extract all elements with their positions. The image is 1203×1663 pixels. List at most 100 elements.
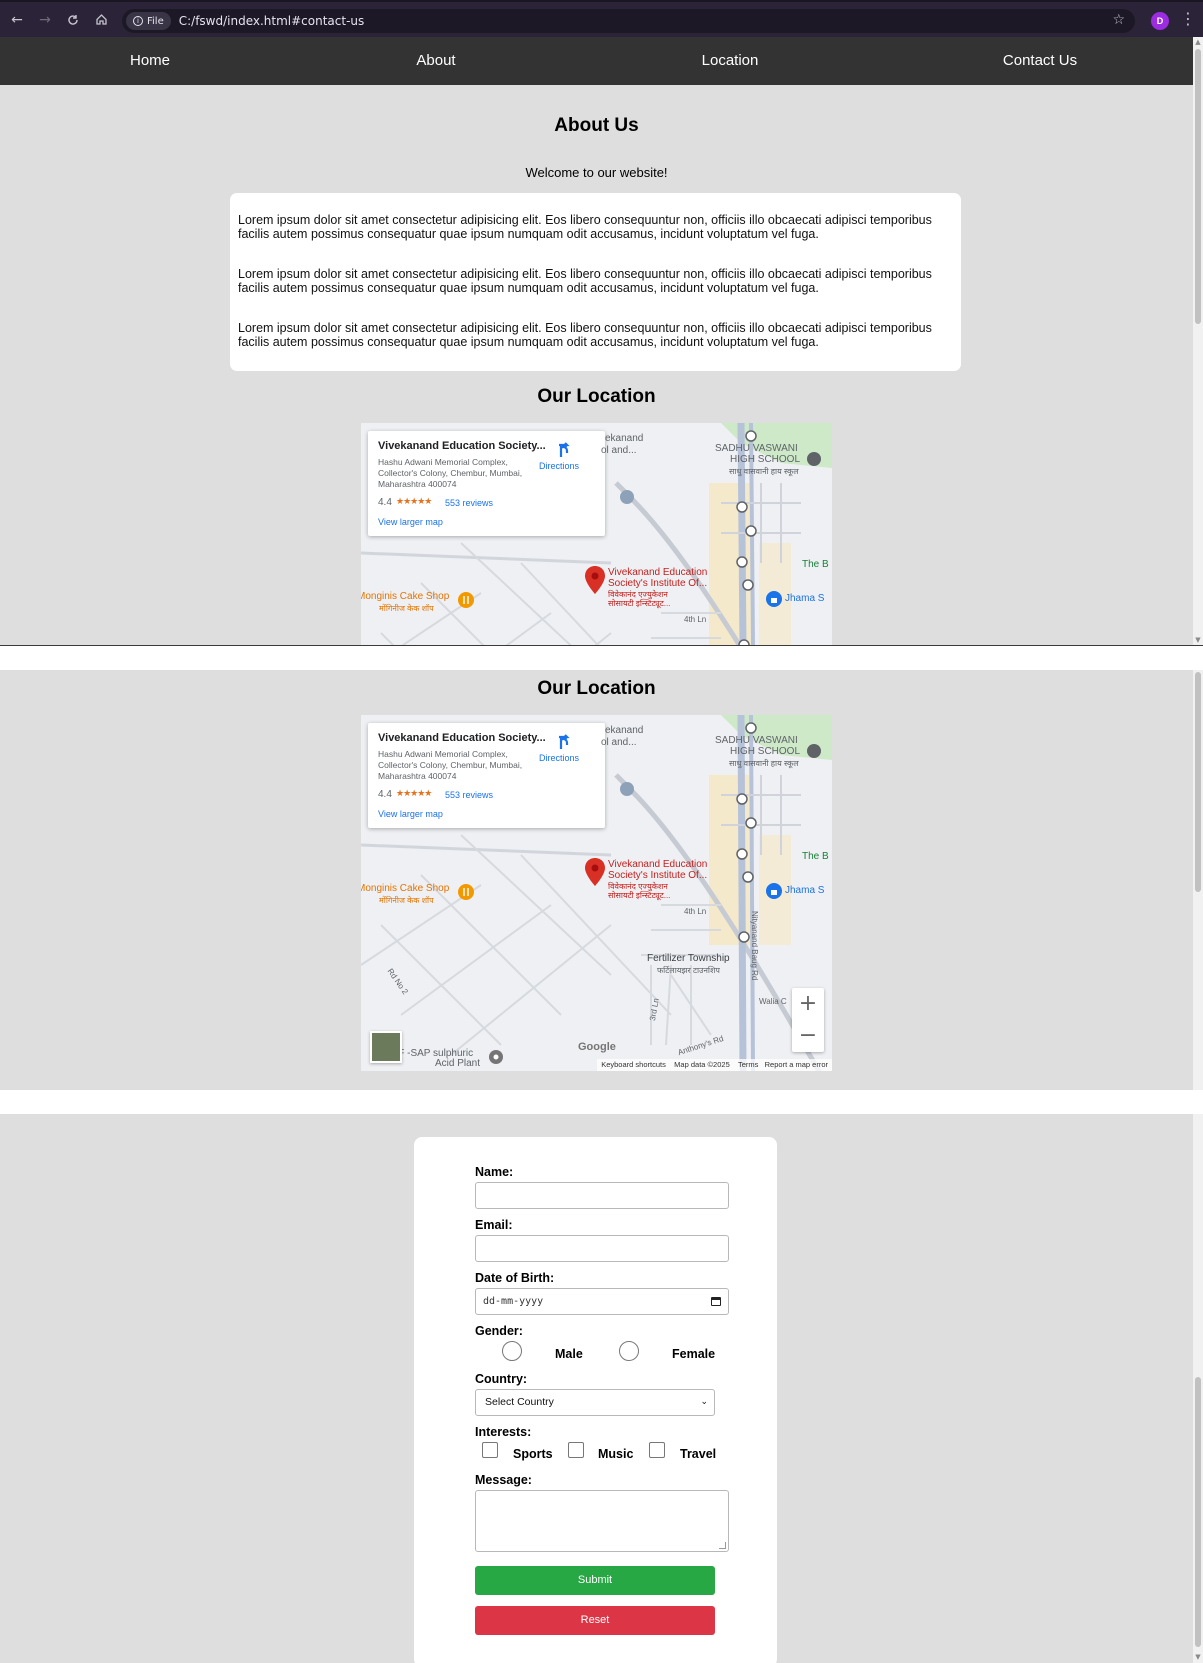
place-marker-icon (489, 1050, 503, 1064)
embedded-map[interactable]: Vivekanand Education Society... Hashu Ad… (361, 423, 832, 646)
location-title: Our Location (537, 678, 656, 699)
message-textarea[interactable] (475, 1490, 729, 1552)
location-pin-icon[interactable] (585, 566, 605, 594)
map-label: मोंगिनीज केक शॉप (379, 604, 434, 613)
map-label: फर्टिलायझर टाउनशिप (657, 966, 720, 975)
kebab-menu-icon[interactable]: ⋮ (1180, 9, 1196, 28)
map-label: Jhama S (785, 885, 825, 896)
directions-icon[interactable] (555, 733, 573, 751)
directions-icon[interactable] (555, 441, 573, 459)
nav-link-home[interactable]: Home (130, 37, 170, 85)
scrollbar[interactable]: ▲ ▼ (1193, 37, 1203, 645)
back-arrow-icon[interactable]: ← (3, 6, 31, 34)
interest-music-label: Music (598, 1447, 634, 1461)
place-info-card: Vivekanand Education Society... Hashu Ad… (368, 723, 605, 828)
gender-female-radio[interactable] (619, 1341, 639, 1361)
dob-placeholder: dd-mm-yyyy (483, 1296, 544, 1307)
reviews-link[interactable]: 553 reviews (445, 790, 493, 800)
place-address: Hashu Adwani Memorial Complex, Collector… (378, 457, 523, 489)
map-label: SADHU VASWANI (715, 443, 798, 454)
terms-link[interactable]: Terms (738, 1060, 758, 1069)
report-map-error-link[interactable]: Report a map error (765, 1060, 828, 1069)
keyboard-shortcuts-link[interactable]: Keyboard shortcuts (601, 1060, 666, 1069)
about-title: About Us (554, 115, 639, 136)
scroll-thumb[interactable] (1195, 1377, 1201, 1647)
scroll-up-icon[interactable]: ▲ (1193, 37, 1203, 47)
reload-icon[interactable] (59, 6, 87, 34)
map-label: Society's Institute Of... (608, 578, 708, 589)
zoom-out-button[interactable]: − (792, 1020, 824, 1052)
site-info-chip[interactable]: i File (126, 12, 171, 30)
scroll-down-icon[interactable]: ▼ (1193, 635, 1203, 645)
place-info-card: Vivekanand Education Society... Hashu Ad… (368, 431, 605, 536)
gender-male-radio[interactable] (502, 1341, 522, 1361)
contact-section: Name: Email: Date of Birth: dd-mm-yyyy G… (0, 1114, 1193, 1663)
email-label: Email: (475, 1218, 513, 1232)
map-label: साधु वासवानी हाय स्कूल (729, 759, 799, 768)
country-label: Country: (475, 1372, 528, 1386)
nav-link-location[interactable]: Location (702, 37, 759, 85)
reviews-link[interactable]: 553 reviews (445, 498, 493, 508)
name-input[interactable] (475, 1182, 729, 1209)
map-label: Society's Institute Of... (608, 870, 708, 881)
resize-grip-icon[interactable] (719, 1542, 726, 1549)
forward-arrow-icon[interactable]: → (31, 6, 59, 34)
place-name: Vivekanand Education Society... (378, 440, 546, 452)
directions-link[interactable]: Directions (539, 753, 579, 763)
map-label: ekanand (605, 725, 644, 736)
interest-travel-label: Travel (680, 1447, 717, 1461)
scroll-thumb[interactable] (1195, 672, 1201, 892)
satellite-toggle-thumbnail[interactable] (370, 1031, 402, 1063)
scroll-thumb[interactable] (1195, 49, 1201, 324)
about-paragraph: Lorem ipsum dolor sit amet consectetur a… (238, 213, 932, 241)
map-label: ekanand (605, 433, 644, 444)
directions-link[interactable]: Directions (539, 461, 579, 471)
map-label: SADHU VASWANI (715, 735, 798, 746)
contact-form: Name: Email: Date of Birth: dd-mm-yyyy G… (414, 1137, 777, 1663)
home-icon[interactable] (87, 6, 115, 34)
site-navbar: Home About Location Contact Us (0, 37, 1193, 85)
screenshot-divider (0, 645, 1203, 646)
country-select[interactable]: Select Country ⌄ (475, 1389, 715, 1416)
place-rating: 4.4 (378, 497, 392, 508)
scrollbar[interactable]: ▼ (1193, 1114, 1203, 1663)
view-larger-map-link[interactable]: View larger map (378, 809, 443, 819)
map-label: सोसायटी इन्स्टिट्यूट... (608, 599, 671, 608)
gender-female-label: Female (672, 1347, 716, 1361)
nav-link-contact-us[interactable]: Contact Us (1003, 37, 1077, 85)
embedded-map[interactable]: Vivekanand Education Society... Hashu Ad… (361, 715, 832, 1071)
info-icon: i (133, 16, 143, 26)
profile-avatar[interactable]: D (1151, 12, 1169, 30)
reset-button[interactable]: Reset (475, 1606, 715, 1635)
map-label: Walia C (759, 997, 787, 1006)
map-label: Jhama S (785, 593, 825, 604)
nav-link-about[interactable]: About (416, 37, 455, 85)
restaurant-icon (458, 592, 474, 608)
interest-music-checkbox[interactable] (568, 1442, 584, 1458)
about-card: Lorem ipsum dolor sit amet consectetur a… (230, 193, 961, 371)
address-bar[interactable]: i File C:/fswd/index.html#contact-us ☆ (122, 9, 1135, 33)
message-label: Message: (475, 1473, 532, 1487)
address-url[interactable]: C:/fswd/index.html#contact-us (179, 14, 365, 28)
map-label: ol and... (601, 445, 637, 456)
dob-input[interactable]: dd-mm-yyyy (475, 1288, 729, 1315)
calendar-icon[interactable] (711, 1297, 721, 1306)
email-input[interactable] (475, 1235, 729, 1262)
file-chip-label: File (147, 15, 164, 27)
scroll-down-icon[interactable]: ▼ (1193, 1652, 1203, 1662)
location-pin-icon[interactable] (585, 858, 605, 886)
map-label: Monginis Cake Shop (361, 883, 450, 894)
submit-button[interactable]: Submit (475, 1566, 715, 1595)
interest-sports-label: Sports (513, 1447, 553, 1461)
scrollbar[interactable] (1193, 670, 1203, 1090)
zoom-in-button[interactable]: + (792, 988, 824, 1020)
country-selected-value: Select Country (485, 1396, 554, 1408)
interest-sports-checkbox[interactable] (482, 1442, 498, 1458)
restaurant-icon (458, 884, 474, 900)
interest-travel-checkbox[interactable] (649, 1442, 665, 1458)
google-logo: Google (578, 1041, 616, 1053)
star-icon[interactable]: ☆ (1112, 12, 1125, 28)
view-larger-map-link[interactable]: View larger map (378, 517, 443, 527)
map-label: सोसायटी इन्स्टिट्यूट... (608, 891, 671, 900)
location-title: Our Location (537, 386, 656, 407)
